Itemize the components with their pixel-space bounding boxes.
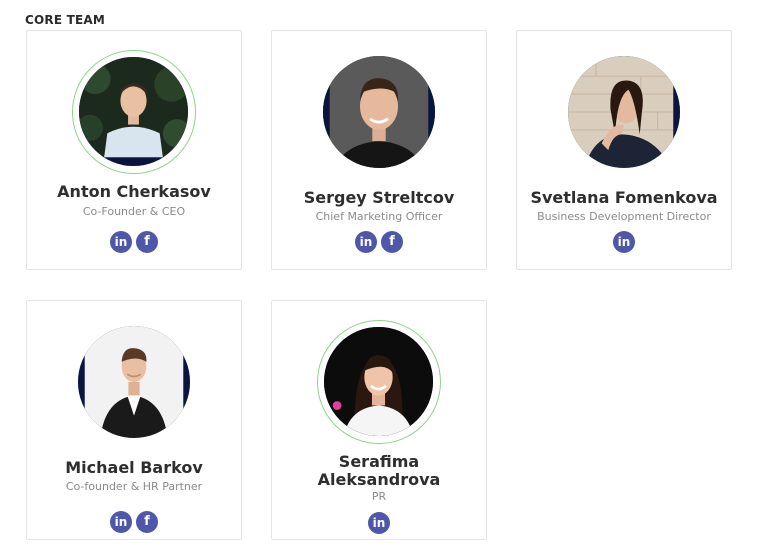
member-name: Sergey Streltcov — [303, 188, 455, 207]
team-card: Anton Cherkasov Co-Founder & CEO in f — [26, 30, 242, 270]
member-role: Co-Founder & CEO — [82, 205, 186, 218]
team-card: Svetlana Fomenkova Business Development … — [516, 30, 732, 270]
avatar — [324, 327, 433, 436]
avatar — [78, 326, 190, 438]
linkedin-icon[interactable]: in — [613, 231, 635, 253]
member-name: Michael Barkov — [65, 458, 203, 477]
avatar-ring — [323, 56, 435, 168]
social-links: in — [517, 231, 731, 253]
member-role: PR — [371, 490, 387, 503]
avatar — [568, 56, 680, 168]
avatar-ring — [78, 326, 190, 438]
social-links: in f — [272, 231, 486, 253]
section-title: CORE TEAM — [25, 13, 106, 27]
linkedin-icon[interactable]: in — [110, 231, 132, 253]
member-name: Anton Cherkasov — [57, 182, 211, 201]
member-role: Chief Marketing Officer — [315, 210, 443, 223]
avatar-ring — [568, 56, 680, 168]
facebook-icon[interactable]: f — [136, 231, 158, 253]
avatar-ring — [72, 50, 196, 174]
social-links: in — [272, 512, 486, 534]
social-links: in f — [27, 231, 241, 253]
social-links: in f — [27, 511, 241, 533]
team-card: Serafima Aleksandrova PR in — [271, 300, 487, 540]
member-role: Co-founder & HR Partner — [65, 480, 203, 493]
avatar — [323, 56, 435, 168]
facebook-icon[interactable]: f — [136, 511, 158, 533]
linkedin-icon[interactable]: in — [368, 512, 390, 534]
facebook-icon[interactable]: f — [381, 231, 403, 253]
avatar-ring — [317, 320, 441, 444]
avatar — [79, 57, 188, 166]
member-role: Business Development Director — [537, 210, 711, 223]
team-card: Michael Barkov Co-founder & HR Partner i… — [26, 300, 242, 540]
team-card: Sergey Streltcov Chief Marketing Officer… — [271, 30, 487, 270]
member-name: Serafima Aleksandrova — [317, 452, 441, 489]
linkedin-icon[interactable]: in — [355, 231, 377, 253]
linkedin-icon[interactable]: in — [110, 511, 132, 533]
member-name: Svetlana Fomenkova — [530, 188, 718, 207]
